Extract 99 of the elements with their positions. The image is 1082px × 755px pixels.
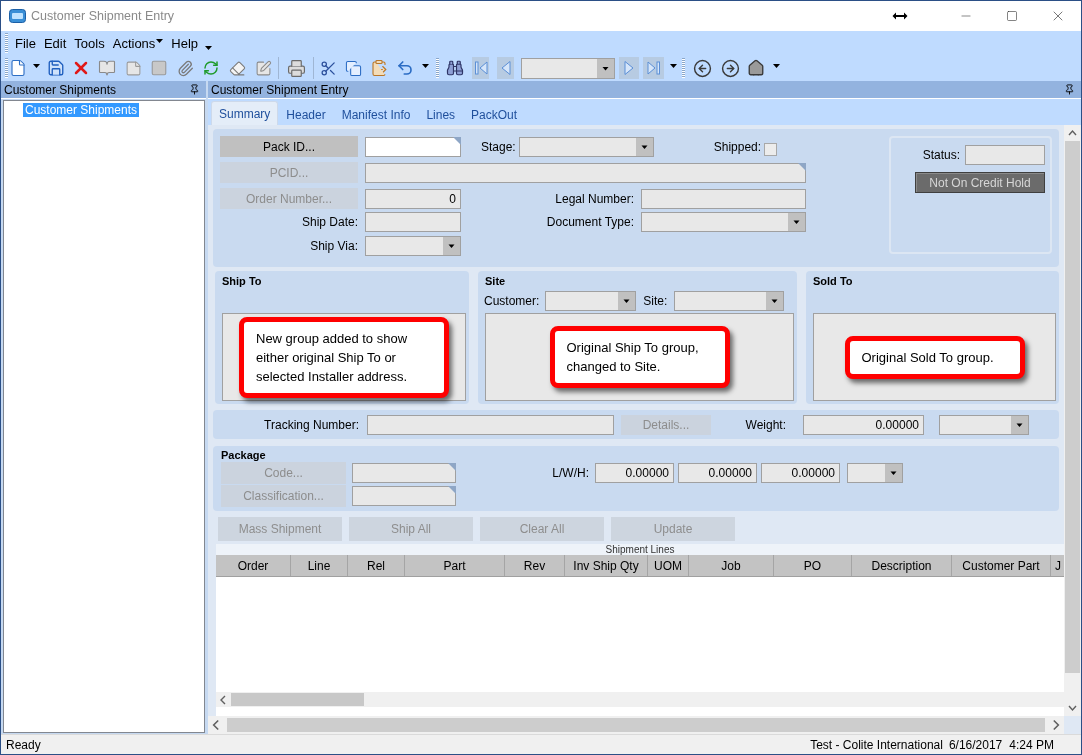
maximize-icon[interactable] — [1006, 10, 1018, 22]
home-icon[interactable] — [747, 59, 765, 77]
undo-icon[interactable] — [396, 59, 414, 77]
vertical-scrollbar[interactable] — [1064, 125, 1081, 716]
eraser-icon[interactable] — [228, 59, 246, 77]
print-icon[interactable] — [286, 58, 306, 78]
callout-note: Original Sold To group. — [844, 335, 1025, 379]
group-title: Package — [221, 448, 266, 462]
callout-note: Original Ship To group, changed to Site. — [549, 326, 730, 388]
app-icon — [9, 9, 26, 23]
code-field[interactable] — [352, 463, 456, 483]
width-field[interactable]: 0.00000 — [678, 462, 757, 483]
tab[interactable]: Lines — [418, 103, 464, 125]
first-record-icon[interactable] — [472, 57, 489, 79]
toolbar-grip[interactable] — [682, 58, 685, 78]
credit-hold-indicator: Not On Credit Hold — [915, 172, 1045, 193]
horizontal-scrollbar[interactable] — [208, 716, 1064, 734]
field-label: Shipped: — [713, 139, 762, 154]
corner-mark-icon — [448, 463, 456, 471]
tab[interactable]: Header — [278, 103, 334, 125]
field-label: Ship Via: — [309, 239, 358, 253]
resize-cursor-icon — [892, 12, 908, 20]
status-field[interactable] — [965, 145, 1045, 165]
status-time: 4:24 PM — [1009, 737, 1054, 752]
forward-icon[interactable] — [720, 58, 740, 78]
menu-item[interactable]: File — [11, 33, 40, 53]
caret-icon[interactable] — [32, 63, 40, 68]
binoculars-icon[interactable] — [446, 59, 464, 77]
edit-icon[interactable] — [254, 59, 272, 77]
tab[interactable]: PackOut — [463, 103, 526, 125]
copy-icon[interactable] — [344, 59, 362, 77]
caret-icon[interactable] — [669, 63, 677, 68]
classification-field[interactable] — [352, 486, 456, 506]
field-label: Ship Date: — [300, 215, 358, 229]
field-label: Status: — [922, 148, 960, 162]
scrollbar-thumb[interactable] — [1065, 141, 1080, 673]
field-label: Stage: — [481, 139, 516, 154]
legal-number-field[interactable] — [641, 188, 806, 209]
caret-icon — [156, 38, 164, 43]
corner-mark-icon — [448, 486, 456, 494]
pcid-field[interactable] — [365, 162, 806, 183]
refresh-icon[interactable] — [203, 60, 219, 76]
field-label: Document Type: — [545, 215, 634, 229]
scrollbar-thumb[interactable] — [227, 718, 1045, 732]
field-label: Site: — [643, 293, 668, 308]
square-icon[interactable] — [150, 59, 168, 77]
grid-scrollbar[interactable] — [216, 692, 1064, 707]
toolbar-grip[interactable] — [436, 58, 439, 78]
pack-id-button[interactable]: Pack ID... — [220, 136, 358, 157]
field-label: Legal Number: — [554, 191, 634, 206]
menu-item[interactable]: Tools — [70, 33, 109, 53]
cut-icon[interactable] — [319, 59, 337, 77]
caret-icon[interactable] — [204, 46, 212, 50]
pin-icon[interactable] — [189, 84, 200, 95]
shipped-checkbox[interactable] — [764, 143, 778, 156]
save-icon[interactable] — [47, 59, 65, 77]
menu-item[interactable]: Actions — [108, 33, 168, 53]
paste-icon[interactable] — [370, 59, 388, 77]
toolbar-grip[interactable] — [5, 33, 8, 53]
caret-icon[interactable] — [421, 63, 429, 68]
length-field[interactable]: 0.00000 — [595, 462, 674, 483]
group-title: Sold To — [813, 274, 853, 288]
field-label: Customer: — [484, 293, 540, 308]
new-document-icon[interactable] — [9, 59, 27, 77]
height-field[interactable]: 0.00000 — [761, 462, 840, 483]
panel-title: Customer Shipment Entry — [211, 82, 349, 97]
book-icon[interactable] — [98, 59, 116, 77]
pin-icon[interactable] — [1064, 84, 1075, 95]
window-title: Customer Shipment Entry — [31, 9, 175, 23]
next-record-icon[interactable] — [619, 57, 639, 79]
pack-id-field[interactable] — [365, 136, 461, 157]
corner-mark-icon — [798, 162, 806, 171]
menu-item[interactable]: Edit — [39, 33, 71, 53]
scrollbar-thumb[interactable] — [231, 693, 364, 706]
tab[interactable]: Manifest Info — [333, 103, 419, 125]
ship-date-field[interactable] — [365, 212, 461, 232]
corner-mark-icon — [453, 136, 461, 145]
field-label: Tracking Number: — [263, 417, 359, 432]
weight-field[interactable]: 0.00000 — [803, 414, 924, 435]
callout-note: New group added to show either original Ship To or selected Installer address. — [239, 316, 449, 398]
tab[interactable]: Summary — [211, 101, 279, 125]
note-icon[interactable] — [124, 59, 142, 77]
menu-item[interactable]: Help — [167, 33, 203, 53]
status-company: Test - Colite International — [810, 737, 943, 752]
field-label: L/W/H: — [551, 465, 589, 480]
back-icon[interactable] — [692, 58, 712, 78]
status-date: 6/16/2017 — [948, 737, 1003, 752]
field-label: Weight: — [744, 417, 786, 432]
last-record-icon[interactable] — [643, 57, 664, 79]
panel-title: Customer Shipments — [4, 82, 117, 97]
status-message: Ready — [6, 737, 41, 752]
paperclip-icon[interactable] — [176, 59, 194, 77]
grid-title: Shipment Lines — [605, 544, 675, 555]
group-title: Ship To — [222, 274, 262, 288]
tracking-number-field[interactable] — [367, 414, 614, 435]
previous-record-icon[interactable] — [497, 57, 514, 79]
toolbar-grip[interactable] — [5, 58, 8, 78]
caret-icon[interactable] — [772, 63, 780, 68]
group-title: Site — [485, 274, 506, 288]
